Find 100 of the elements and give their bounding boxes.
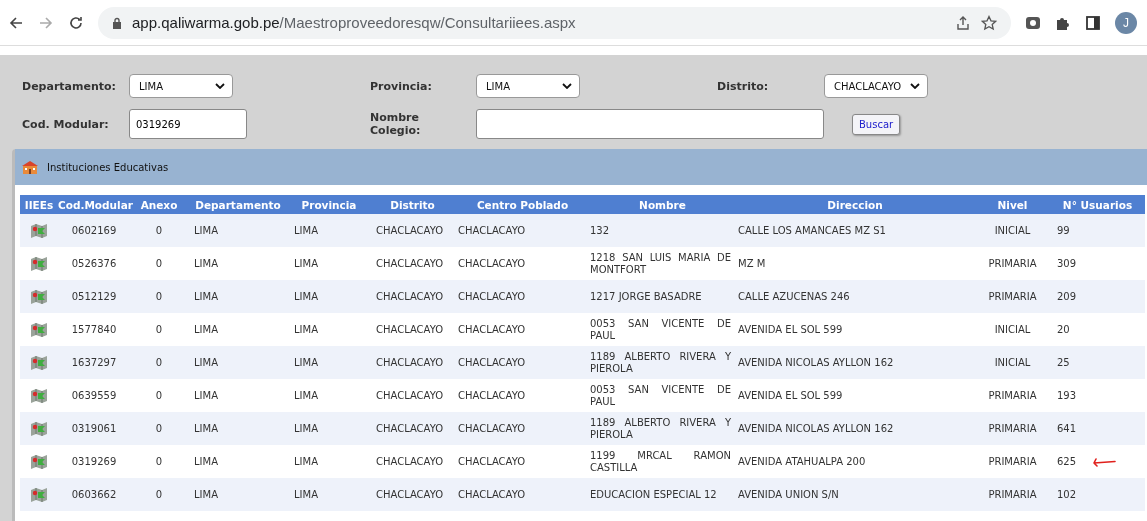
table-cell: CHACLACAYO xyxy=(370,445,455,478)
column-header: Nivel xyxy=(975,195,1050,214)
column-header: IIEEs xyxy=(20,195,58,214)
table-cell: AVENIDA ATAHUALPA 200 xyxy=(735,445,975,478)
table-cell: 0 xyxy=(130,478,188,511)
table-cell: LIMA xyxy=(188,445,288,478)
star-icon[interactable] xyxy=(981,14,997,31)
table-cell: CHACLACAYO xyxy=(455,379,590,412)
table-cell: 1199 MRCAL RAMON CASTILLA xyxy=(590,445,735,478)
table-cell: LIMA xyxy=(188,478,288,511)
reload-icon[interactable] xyxy=(68,14,84,31)
dropdown[interactable]: LIMA xyxy=(129,74,233,98)
field-label: Provincia: xyxy=(370,79,433,93)
dropdown[interactable]: LIMA xyxy=(476,74,580,98)
column-header: N° Usuarios xyxy=(1050,195,1145,214)
table-cell: AVENIDA EL SOL 599 xyxy=(735,379,975,412)
table-cell: 1217 JORGE BASADRE xyxy=(590,280,735,313)
map-icon[interactable] xyxy=(30,387,48,404)
table-cell: 0639559 xyxy=(58,379,130,412)
url-text: app.qaliwarma.gob.pe/Maestroproveedoresqw/Consultariiees.aspx xyxy=(132,14,576,31)
table-cell: LIMA xyxy=(288,478,370,511)
table-cell: CHACLACAYO xyxy=(370,346,455,379)
extension-icon[interactable] xyxy=(1025,14,1041,31)
table-cell: CHACLACAYO xyxy=(455,445,590,478)
table-cell: MZ M xyxy=(735,247,975,280)
table-cell: 309 xyxy=(1057,257,1077,269)
field-label: Departamento: xyxy=(21,79,117,93)
table-cell: CALLE LOS AMANCAES MZ S1 xyxy=(735,214,975,247)
caret-icon xyxy=(910,83,920,89)
map-icon[interactable] xyxy=(30,255,48,272)
table-cell: CHACLACAYO xyxy=(455,313,590,346)
table-cell: 0 xyxy=(130,247,188,280)
table-cell: AVENIDA NICOLAS AYLLON 162 xyxy=(735,412,975,445)
table-cell: 0603662 xyxy=(58,478,130,511)
address-bar[interactable]: app.qaliwarma.gob.pe/Maestroproveedoresqw/Consultariiees.aspx xyxy=(98,6,1011,39)
table-cell: CHACLACAYO xyxy=(370,313,455,346)
table-cell: INICIAL xyxy=(975,346,1050,379)
table-cell: CHACLACAYO xyxy=(455,247,590,280)
sidebar-icon[interactable] xyxy=(1085,14,1101,31)
table-cell: CHACLACAYO xyxy=(370,280,455,313)
dropdown[interactable]: CHACLACAYO xyxy=(824,74,928,98)
table-cell: LIMA xyxy=(188,214,288,247)
table-cell: 0 xyxy=(130,313,188,346)
table-cell: 1189 ALBERTO RIVERA Y PIEROLA xyxy=(590,346,735,379)
caret-icon xyxy=(562,83,572,89)
map-icon[interactable] xyxy=(30,354,48,371)
search-button[interactable]: Buscar xyxy=(852,113,901,135)
table-cell: 1218 SAN LUIS MARIA DE MONTFORT xyxy=(590,247,735,280)
panel-title: Instituciones Educativas xyxy=(47,161,169,173)
table-cell: CHACLACAYO xyxy=(370,478,455,511)
map-icon[interactable] xyxy=(30,288,48,305)
table-cell: 0053 SAN VICENTE DE PAUL xyxy=(590,313,735,346)
table-cell: LIMA xyxy=(188,247,288,280)
table-cell: 0 xyxy=(130,214,188,247)
column-header: Departamento xyxy=(188,195,288,214)
share-icon[interactable] xyxy=(955,14,971,31)
table-cell: AVENIDA EL SOL 599 xyxy=(735,313,975,346)
profile-avatar[interactable]: J xyxy=(1115,11,1137,34)
map-icon[interactable] xyxy=(30,486,48,503)
map-icon[interactable] xyxy=(30,321,48,338)
table-cell: LIMA xyxy=(288,445,370,478)
table-cell: 0 xyxy=(130,445,188,478)
table-cell: 25 xyxy=(1057,356,1070,368)
table-cell: 102 xyxy=(1057,488,1077,500)
field-label: Distrito: xyxy=(717,79,770,93)
table-cell: 0526376 xyxy=(58,247,130,280)
table-cell: 0319061 xyxy=(58,412,130,445)
table-cell: LIMA xyxy=(188,280,288,313)
caret-icon xyxy=(215,83,225,89)
table-cell: PRIMARIA xyxy=(975,445,1050,478)
map-icon[interactable] xyxy=(30,420,48,437)
table-cell: LIMA xyxy=(188,412,288,445)
table-cell: CHACLACAYO xyxy=(455,346,590,379)
column-header: Provincia xyxy=(288,195,370,214)
table-cell: 0 xyxy=(130,412,188,445)
table-cell: CHACLACAYO xyxy=(370,412,455,445)
table-cell: CHACLACAYO xyxy=(455,214,590,247)
table-cell: CHACLACAYO xyxy=(370,214,455,247)
table-cell: 1577840 xyxy=(58,313,130,346)
table-cell: 0319269 xyxy=(58,445,130,478)
column-header: Centro Poblado xyxy=(455,195,590,214)
table-cell: PRIMARIA xyxy=(975,412,1050,445)
input-field[interactable] xyxy=(476,109,824,139)
table-cell: LIMA xyxy=(288,379,370,412)
table-cell: 0053 SAN VICENTE DE PAUL xyxy=(590,379,735,412)
table-cell: LIMA xyxy=(188,346,288,379)
map-icon[interactable] xyxy=(30,222,48,239)
back-icon[interactable] xyxy=(8,14,24,31)
table-cell: 99 xyxy=(1057,224,1070,236)
table-cell: 209 xyxy=(1057,290,1077,302)
table-cell: 1637297 xyxy=(58,346,130,379)
table-cell: 0 xyxy=(130,379,188,412)
input-field[interactable]: 0319269 xyxy=(129,109,247,139)
column-header: Direccion xyxy=(735,195,975,214)
table-cell: LIMA xyxy=(188,379,288,412)
table-cell: 0 xyxy=(130,346,188,379)
map-icon[interactable] xyxy=(30,453,48,470)
column-header: Distrito xyxy=(370,195,455,214)
table-cell: 1189 ALBERTO RIVERA Y PIEROLA xyxy=(590,412,735,445)
field-label: Cod. Modular: xyxy=(21,117,110,131)
